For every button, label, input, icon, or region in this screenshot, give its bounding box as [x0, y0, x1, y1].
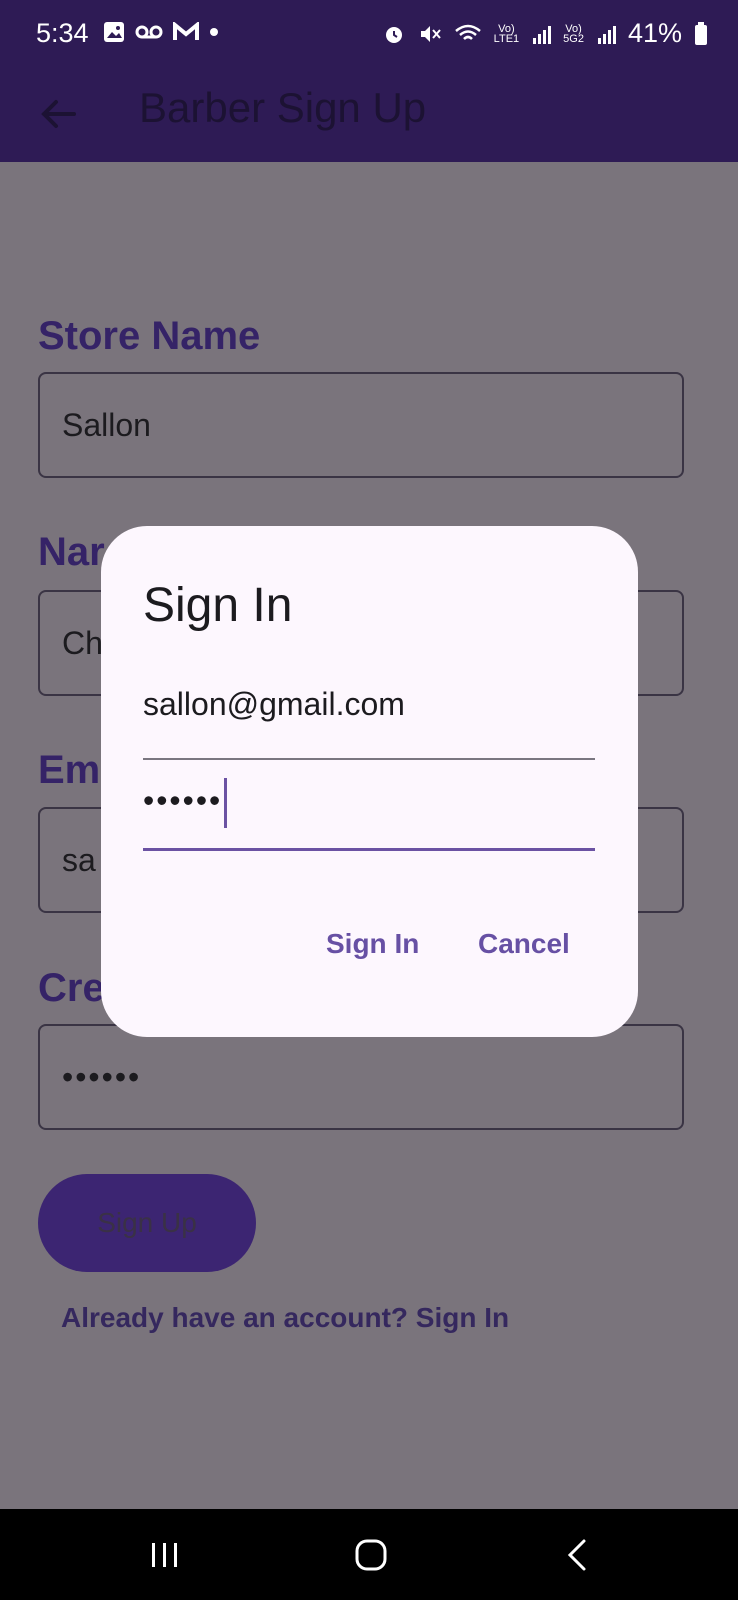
store-name-label: Store Name	[38, 314, 261, 358]
recents-icon[interactable]	[141, 1531, 189, 1579]
status-time: 5:34	[36, 18, 89, 48]
text-cursor	[224, 778, 228, 828]
lte-label: Vo) LTE1	[493, 22, 520, 45]
password-field[interactable]: ••••••	[38, 1024, 684, 1130]
gmail-icon	[173, 22, 199, 40]
store-name-field[interactable]: Sallon	[38, 372, 684, 478]
password-underline	[143, 848, 595, 851]
battery-icon	[695, 21, 707, 45]
sign-up-button[interactable]: Sign Up	[38, 1174, 256, 1272]
dialog-sign-in-button[interactable]: Sign In	[326, 928, 419, 960]
signal-icon	[533, 25, 552, 44]
status-bar: 5:34 Vo) LTE1 Vo) 5G2 41%	[0, 0, 738, 72]
wifi-icon	[454, 24, 481, 40]
mute-icon	[420, 25, 441, 42]
gallery-icon	[104, 22, 124, 42]
app-bar: Barber Sign Up	[0, 72, 738, 162]
sign-in-link[interactable]: Already have an account? Sign In	[61, 1302, 509, 1334]
dialog-title: Sign In	[143, 579, 293, 632]
system-nav-bar	[0, 1509, 738, 1600]
dialog-cancel-button[interactable]: Cancel	[478, 928, 570, 960]
battery-percent: 41%	[627, 18, 682, 48]
home-icon[interactable]	[347, 1531, 395, 1579]
password-label: Cre	[38, 966, 105, 1010]
signal-2-icon	[597, 25, 616, 44]
alarm-icon	[385, 26, 402, 43]
dot-icon	[210, 28, 218, 36]
dialog-email-input[interactable]: sallon@gmail.com	[143, 686, 595, 723]
email-label: Em	[38, 748, 101, 792]
sign-in-dialog: Sign In sallon@gmail.com •••••• Sign In …	[101, 526, 638, 1037]
5g-label: Vo) 5G2	[563, 22, 584, 45]
voicemail-icon	[135, 25, 163, 39]
page-title: Barber Sign Up	[139, 84, 427, 131]
back-arrow-icon[interactable]	[36, 92, 80, 136]
back-icon[interactable]	[554, 1531, 602, 1579]
password-dots: ••••••	[143, 782, 223, 819]
name-label: Nar	[38, 530, 105, 574]
email-underline	[143, 758, 595, 760]
dialog-password-input[interactable]: ••••••	[143, 778, 595, 828]
